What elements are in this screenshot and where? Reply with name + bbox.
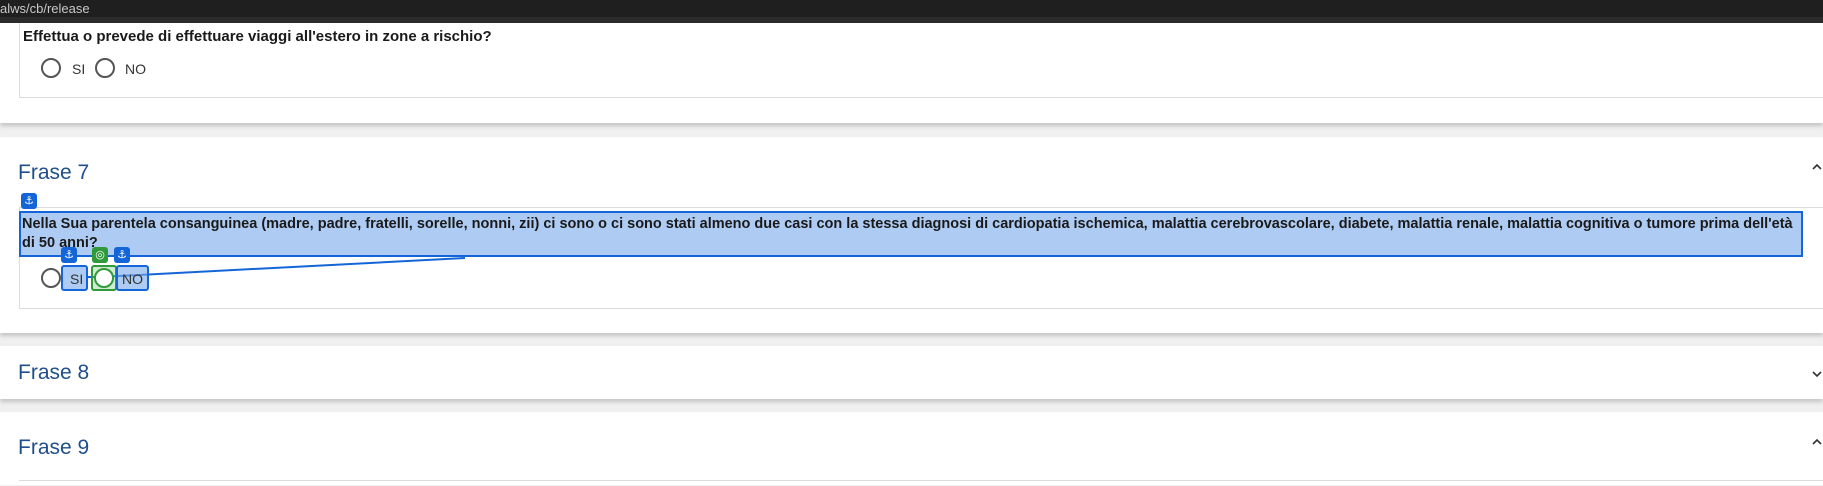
previous-question-box: Effettua o prevede di effettuare viaggi … [19,23,1823,98]
target-icon: ◎ [92,247,108,263]
chevron-down-icon[interactable] [1811,368,1823,380]
address-bar: alws/cb/release [0,0,1823,23]
radio-label-si: SI [72,61,86,77]
section-frase-9[interactable]: Frase 9 [0,412,1823,485]
radio-no-previous[interactable] [95,58,115,78]
radio-si-previous[interactable] [41,58,61,78]
radio-label-si-frase-7: SI [70,271,84,287]
radio-si-frase-7[interactable] [41,268,61,288]
section-title-frase-9[interactable]: Frase 9 [18,436,89,460]
previous-question-text: Effettua o prevede di effettuare viaggi … [23,28,492,45]
radio-label-no-frase-7: NO [122,271,143,287]
section-frase-7: Frase 7 Nella Sua parentela consanguinea… [0,137,1823,333]
section-title-frase-8[interactable]: Frase 8 [18,361,89,385]
anchor-icon: ⚓ [114,247,130,263]
connector-line [86,257,466,278]
chevron-up-icon[interactable] [1811,161,1823,173]
url-text: alws/cb/release [0,1,90,16]
previous-question-card: Effettua o prevede di effettuare viaggi … [0,23,1823,123]
question-box-frase-9 [19,480,1823,486]
radio-no-frase-7[interactable] [94,268,114,288]
chevron-up-icon[interactable] [1811,436,1823,448]
section-frase-8[interactable]: Frase 8 [0,346,1823,399]
radio-label-no: NO [125,61,146,77]
anchor-icon: ⚓ [61,247,77,263]
